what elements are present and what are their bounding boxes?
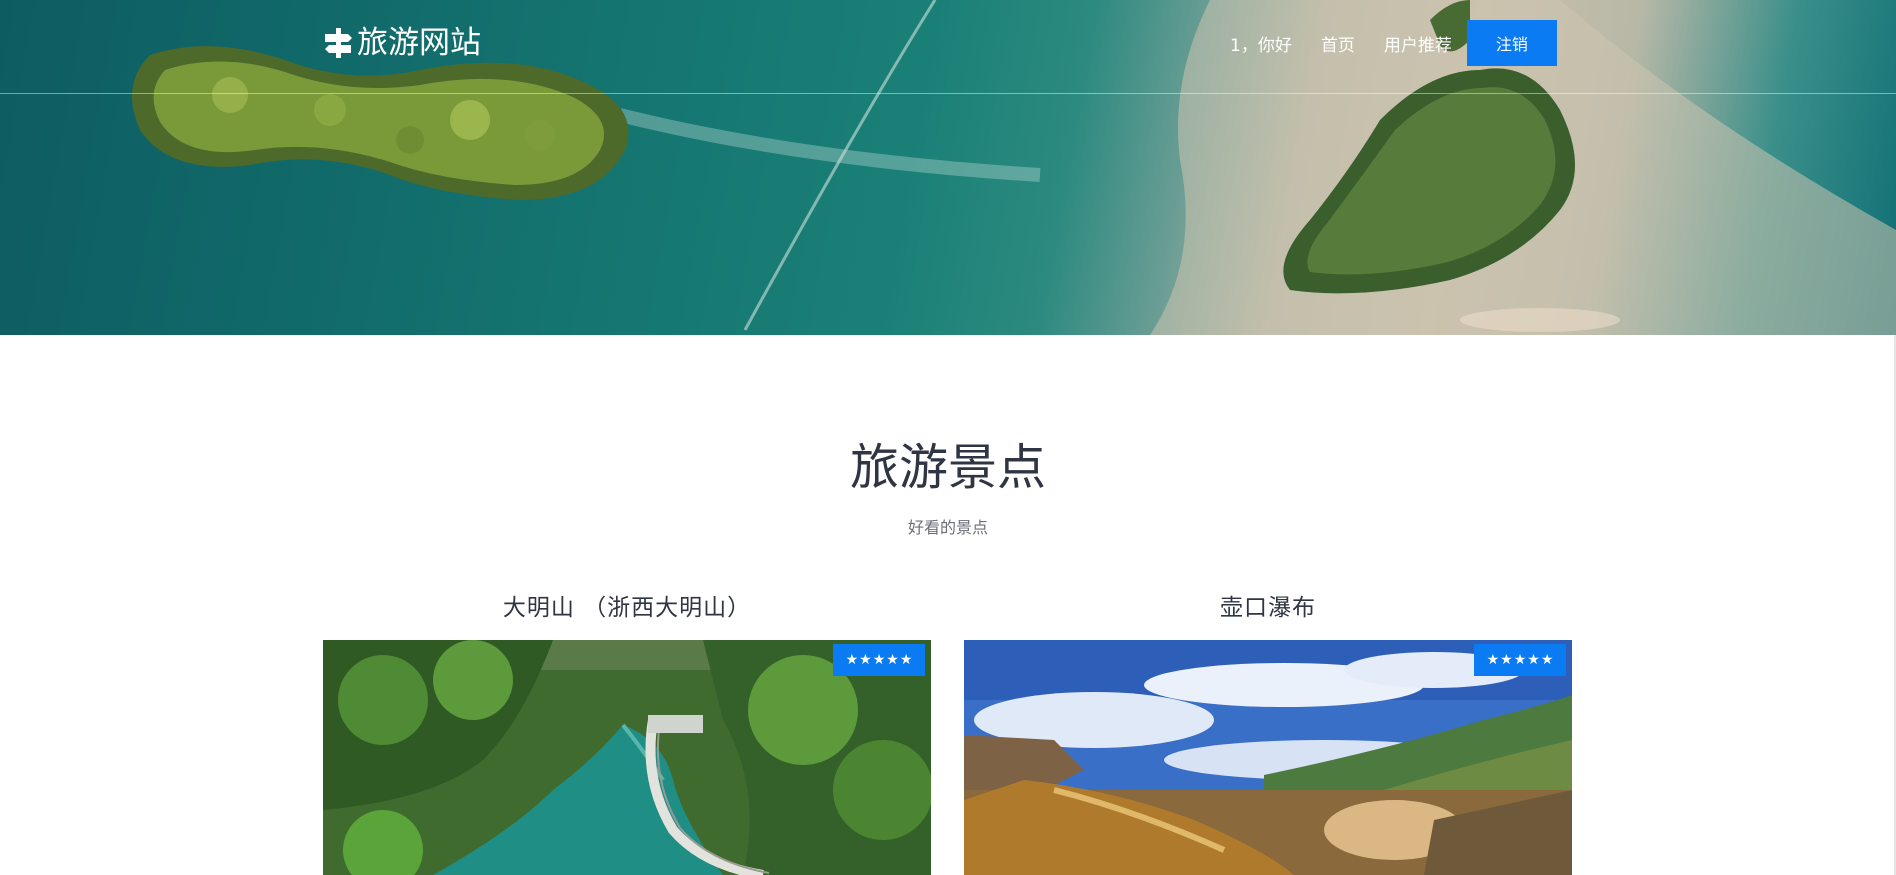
main-nav: 1，你好 首页 用户推荐 注销 (1230, 20, 1557, 66)
star-icon: ★ (1540, 652, 1554, 668)
user-greeting[interactable]: 1，你好 (1230, 31, 1292, 56)
attraction-card[interactable]: 大明山 （浙西大明山） ★ ★ ★ ★ ★ (323, 590, 931, 875)
attraction-card[interactable]: 壶口瀑布 ★ ★ ★ ★ ★ (964, 590, 1572, 875)
attraction-image[interactable]: ★ ★ ★ ★ ★ (323, 640, 931, 875)
attraction-title[interactable]: 壶口瀑布 (964, 590, 1572, 626)
header-divider (0, 93, 1896, 94)
star-icon: ★ (1527, 652, 1540, 668)
star-icon: ★ (1500, 652, 1513, 668)
star-icon: ★ (845, 652, 859, 668)
signpost-icon (325, 28, 352, 58)
attraction-title[interactable]: 大明山 （浙西大明山） (323, 590, 931, 626)
star-icon: ★ (899, 652, 913, 668)
section-subtitle: 好看的景点 (907, 518, 988, 537)
logout-button[interactable]: 注销 (1466, 20, 1557, 66)
attraction-image[interactable]: ★ ★ ★ ★ ★ (964, 640, 1572, 875)
star-icon: ★ (1486, 652, 1500, 668)
star-icon: ★ (872, 652, 886, 668)
rating-badge: ★ ★ ★ ★ ★ (1474, 644, 1566, 676)
rating-badge: ★ ★ ★ ★ ★ (833, 644, 925, 676)
star-icon: ★ (1513, 652, 1527, 668)
nav-home-link[interactable]: 首页 (1321, 31, 1355, 56)
section-title: 旅游景点 (849, 439, 1046, 496)
site-logo[interactable]: 旅游网站 (322, 22, 481, 64)
hero-aerial-image (132, 0, 1896, 335)
site-title: 旅游网站 (357, 25, 481, 61)
nav-recommend-link[interactable]: 用户推荐 (1384, 31, 1452, 56)
star-icon: ★ (859, 652, 872, 668)
hero-banner: 旅游网站 1，你好 首页 用户推荐 注销 (0, 0, 1896, 335)
star-icon: ★ (886, 652, 899, 668)
